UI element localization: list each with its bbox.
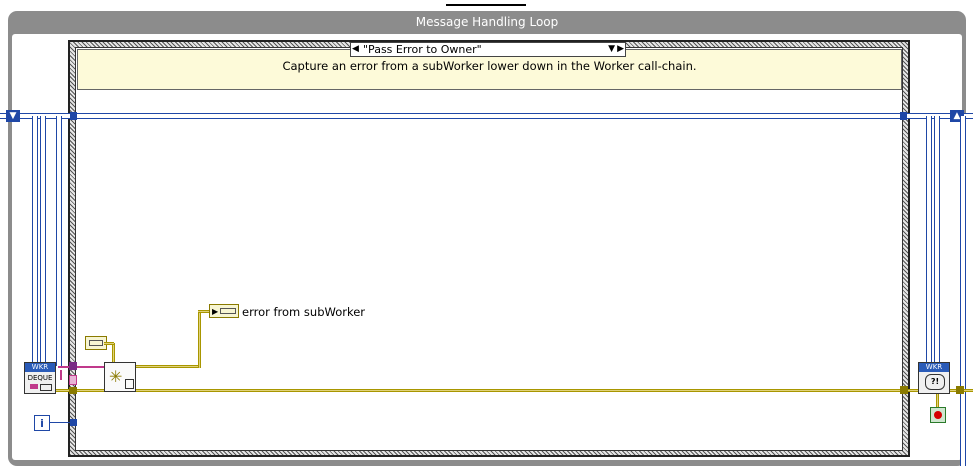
handle-error-vi-node[interactable]: WKR ?! xyxy=(918,362,950,394)
class-wire-left-down-1[interactable] xyxy=(32,116,38,366)
while-loop-title: Message Handling Loop xyxy=(415,15,559,29)
cast-icon: ✳ xyxy=(109,367,123,386)
error-indicator[interactable]: ▶ xyxy=(209,304,239,318)
document-icon xyxy=(125,379,134,389)
indicator-arrow-icon: ▶ xyxy=(212,307,219,316)
class-wire-top[interactable] xyxy=(0,113,973,119)
variant-to-data-node[interactable]: ✳ xyxy=(104,362,136,392)
case-tunnel-left[interactable] xyxy=(70,112,77,120)
variant-tunnel[interactable] xyxy=(69,375,77,385)
class-wire-right-down-3[interactable] xyxy=(960,116,966,466)
dequeue-vi-header: WKR xyxy=(25,363,55,372)
top-tab-marker xyxy=(446,0,526,6)
shift-register-left-icon[interactable]: ▼ xyxy=(6,110,20,122)
case-selector[interactable]: ◀ "Pass Error to Owner" ▼ ▶ xyxy=(350,42,626,57)
cluster-icon xyxy=(89,340,103,346)
dequeue-vi-label: DEQUE xyxy=(27,374,53,382)
stop-icon xyxy=(934,411,942,419)
output-wire-v[interactable] xyxy=(198,311,201,368)
decrement-arrow-icon[interactable]: ◀ xyxy=(352,43,359,56)
class-wire-left-down-3[interactable] xyxy=(56,116,62,366)
error-constant-wire[interactable] xyxy=(112,343,115,363)
class-wire-left-down-2[interactable] xyxy=(40,116,46,366)
class-wire-right-down-2[interactable] xyxy=(934,116,940,366)
stop-terminal[interactable] xyxy=(930,407,946,423)
error-shift-tunnel[interactable] xyxy=(956,386,964,394)
error-wire-main[interactable] xyxy=(50,389,973,392)
message-wire-branch[interactable] xyxy=(60,370,62,380)
error-indicator-label: error from subWorker xyxy=(242,305,366,319)
case-selector-label: "Pass Error to Owner" xyxy=(363,43,482,56)
handle-vi-header: WKR xyxy=(919,363,949,372)
class-wire-right-down-1[interactable] xyxy=(926,116,932,366)
dropdown-arrow-icon[interactable]: ▼ xyxy=(608,43,615,56)
stop-wire[interactable] xyxy=(936,394,939,407)
increment-arrow-icon[interactable]: ▶ xyxy=(617,43,624,56)
error-constant-wire-h[interactable] xyxy=(104,342,114,345)
envelope-icon xyxy=(40,384,52,391)
output-wire-h[interactable] xyxy=(136,365,200,368)
iteration-tunnel[interactable] xyxy=(70,419,77,426)
error-tunnel-right[interactable] xyxy=(900,386,908,394)
message-icon xyxy=(30,384,38,389)
question-bubble-icon: ?! xyxy=(925,374,945,390)
message-wire[interactable] xyxy=(58,366,108,368)
cluster-icon xyxy=(220,308,236,314)
message-tunnel[interactable] xyxy=(69,362,77,370)
comment-text: Capture an error from a subWorker lower … xyxy=(282,59,697,73)
dequeue-vi-node[interactable]: WKR DEQUE xyxy=(24,362,56,394)
error-tunnel-left[interactable] xyxy=(69,387,77,394)
iteration-wire[interactable] xyxy=(50,422,72,423)
iteration-terminal[interactable]: i xyxy=(34,415,50,431)
case-tunnel-right[interactable] xyxy=(900,112,907,120)
